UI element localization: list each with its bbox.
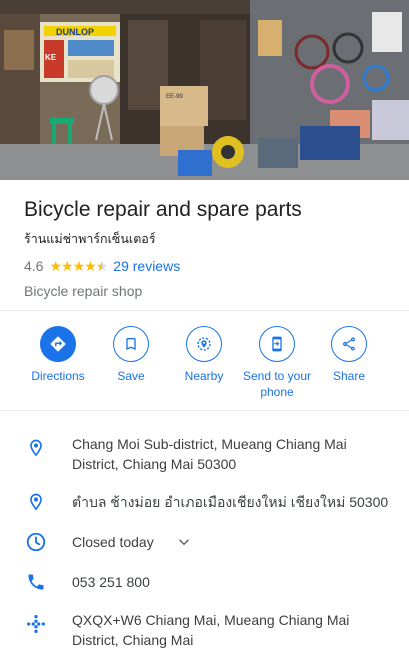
place-header: Bicycle repair and spare parts ร้านแม่ช่… [24, 196, 394, 300]
share-label: Share [332, 369, 366, 383]
rating-value: 4.6 [24, 258, 44, 274]
plus-code-row[interactable]: QXQX+W6 Chiang Mai, Mueang Chiang Mai Di… [0, 610, 409, 650]
location-pin-icon [24, 436, 48, 460]
bookmark-icon [113, 326, 149, 362]
phone-icon [24, 570, 48, 594]
shop-photo-image: DUNLOP KE EE-99 [0, 0, 409, 180]
place-local-name: ร้านแม่ช่าพาร์กเซ็นเตอร์ [24, 232, 156, 246]
share-icon [331, 326, 367, 362]
place-title: Bicycle repair and spare parts [24, 198, 302, 221]
thai-address-row[interactable]: ตำบล ช้างม่อย อำเภอเมืองเชียงใหม่ เชียงใ… [0, 492, 409, 516]
send-to-phone-icon [259, 326, 295, 362]
address-row[interactable]: Chang Moi Sub-district, Mueang Chiang Ma… [0, 434, 409, 474]
divider [0, 410, 409, 411]
nearby-icon [186, 326, 222, 362]
star-icon: ★ [49, 258, 62, 274]
plus-code-icon [24, 612, 48, 636]
star-icon: ★ [61, 258, 74, 274]
directions-icon [40, 326, 76, 362]
dunlop-sign-text: DUNLOP [56, 27, 94, 37]
chevron-down-icon[interactable] [172, 530, 196, 554]
half-star-icon: ★ [95, 258, 109, 274]
star-rating: ★ ★ ★ ★ ★ [49, 258, 109, 274]
reviews-link[interactable]: 29 reviews [113, 258, 180, 274]
box-label-text: EE-99 [166, 94, 183, 100]
hours-status: Closed today [72, 534, 154, 550]
place-category[interactable]: Bicycle repair shop [24, 282, 394, 300]
action-bar: Directions Save Nearby Send to your phon… [0, 312, 409, 408]
clock-icon [24, 530, 48, 554]
place-photo[interactable]: DUNLOP KE EE-99 [0, 0, 409, 180]
plus-code-text: QXQX+W6 Chiang Mai, Mueang Chiang Mai Di… [72, 612, 350, 648]
rating-row: 4.6 ★ ★ ★ ★ ★ 29 reviews [24, 256, 394, 276]
thai-address-text: ตำบล ช้างม่อย อำเภอเมืองเชียงใหม่ เชียงใ… [72, 494, 389, 510]
divider [0, 310, 409, 311]
location-pin-icon [24, 490, 48, 514]
star-icon: ★ [84, 258, 97, 274]
address-text: Chang Moi Sub-district, Mueang Chiang Ma… [72, 436, 347, 472]
share-button[interactable]: Share [304, 326, 394, 384]
ke-sign-text: KE [45, 53, 57, 62]
star-icon: ★ [72, 258, 86, 274]
phone-row[interactable]: 053 251 800 [0, 572, 409, 596]
phone-number: 053 251 800 [72, 574, 150, 590]
hours-row[interactable]: Closed today [0, 532, 409, 556]
